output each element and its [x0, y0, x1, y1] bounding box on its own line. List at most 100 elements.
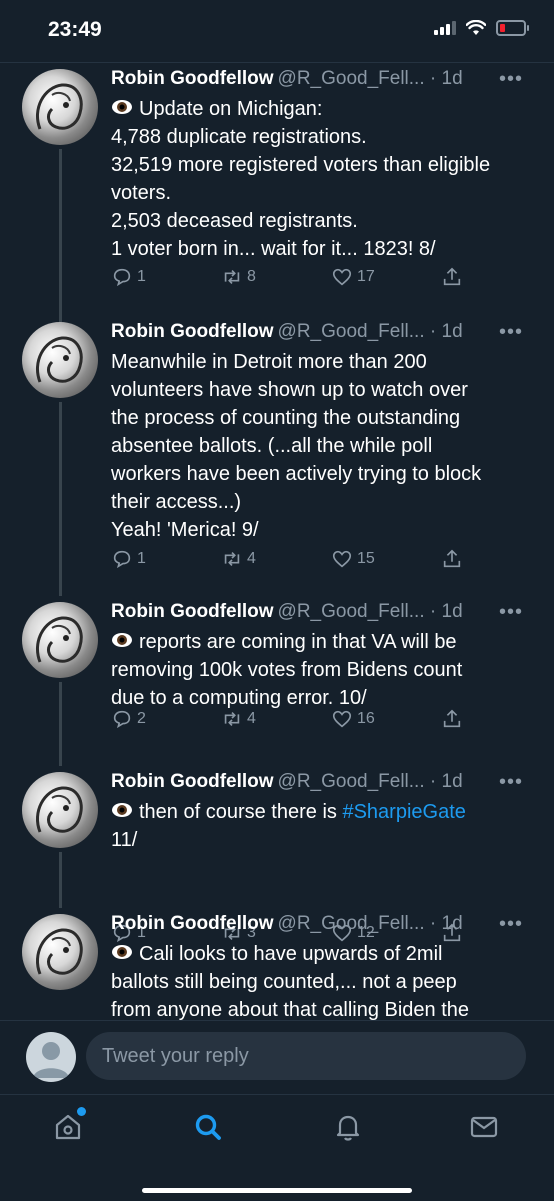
retweet-count: 8	[247, 268, 256, 285]
like-count: 17	[357, 268, 375, 285]
status-time: 23:49	[48, 18, 102, 41]
tweet-text: reports are coming in that VA will be re…	[111, 631, 463, 709]
tweet-header: Robin Goodfellow @R_Good_Fell... · 1d •••	[111, 912, 531, 938]
reply-placeholder: Tweet your reply	[102, 1045, 249, 1067]
heart-icon	[332, 710, 352, 728]
messages-icon	[470, 1116, 498, 1138]
more-options-button[interactable]: •••	[499, 67, 523, 91]
share-button[interactable]	[441, 708, 463, 730]
tweet-8[interactable]: Robin Goodfellow @R_Good_Fell... · 1d •••…	[0, 63, 554, 323]
tweet-actions: 1 8 17	[111, 266, 471, 290]
search-icon	[195, 1114, 221, 1140]
author-handle[interactable]: @R_Good_Fell...	[278, 321, 425, 342]
tab-search[interactable]	[188, 1107, 228, 1147]
author-handle[interactable]: @R_Good_Fell...	[278, 68, 425, 89]
tweet-11[interactable]: Robin Goodfellow @R_Good_Fell... · 1d •••…	[0, 766, 554, 943]
tweet-time: · 1d	[429, 913, 463, 934]
tab-messages[interactable]	[464, 1107, 504, 1147]
tab-home[interactable]	[48, 1107, 88, 1147]
tweet-actions: 2 4 16	[111, 708, 471, 732]
tweet-header: Robin Goodfellow @R_Good_Fell... · 1d •••	[111, 600, 531, 626]
retweet-button[interactable]: 8	[221, 266, 256, 288]
hashtag-link[interactable]: #SharpieGate	[342, 801, 465, 823]
tweet-10[interactable]: Robin Goodfellow @R_Good_Fell... · 1d •••…	[0, 596, 554, 766]
thread-line	[59, 149, 62, 323]
reply-count: 2	[137, 710, 146, 727]
more-options-button[interactable]: •••	[499, 770, 523, 794]
retweet-icon	[224, 711, 240, 727]
avatar[interactable]	[22, 602, 98, 678]
author-name[interactable]: Robin Goodfellow	[111, 68, 274, 89]
like-button[interactable]: 17	[331, 266, 375, 288]
heart-icon	[332, 550, 352, 568]
reply-input[interactable]: Tweet your reply	[86, 1032, 526, 1080]
retweet-button[interactable]: 4	[221, 548, 256, 570]
tweet-time: · 1d	[429, 68, 463, 89]
cellular-signal-icon	[434, 21, 456, 35]
notifications-icon	[336, 1115, 360, 1141]
author-name[interactable]: Robin Goodfellow	[111, 601, 274, 622]
author-handle[interactable]: @R_Good_Fell...	[278, 601, 425, 622]
reply-button[interactable]: 1	[111, 266, 146, 288]
bottom-tab-bar	[0, 1094, 554, 1201]
tweet-12[interactable]: Robin Goodfellow @R_Good_Fell... · 1d •••…	[0, 908, 554, 1020]
tweet-header: Robin Goodfellow @R_Good_Fell... · 1d •••	[111, 67, 531, 93]
reply-count: 1	[137, 550, 146, 567]
heart-icon	[332, 268, 352, 286]
avatar[interactable]	[22, 772, 98, 848]
reply-button[interactable]: 2	[111, 708, 146, 730]
user-avatar[interactable]	[26, 1032, 76, 1082]
author-handle[interactable]: @R_Good_Fell...	[278, 913, 425, 934]
like-count: 15	[357, 550, 375, 567]
retweet-icon	[224, 269, 240, 285]
thread-line	[59, 852, 62, 908]
eye-emoji-icon	[112, 945, 132, 959]
eye-emoji-icon	[112, 803, 132, 817]
eye-emoji-icon	[112, 633, 132, 647]
status-icons	[434, 20, 529, 36]
retweet-count: 4	[247, 710, 256, 727]
tweet-9[interactable]: Robin Goodfellow @R_Good_Fell... · 1d •••…	[0, 316, 554, 596]
tweet-text: Update on Michigan: 4,788 duplicate regi…	[111, 98, 491, 260]
like-button[interactable]: 15	[331, 548, 375, 570]
new-content-dot	[77, 1107, 86, 1116]
reply-icon	[113, 268, 131, 287]
reply-bar: Tweet your reply	[0, 1020, 554, 1095]
more-options-button[interactable]: •••	[499, 912, 523, 936]
avatar[interactable]	[22, 914, 98, 990]
tweet-actions: 1 4 15	[111, 548, 471, 572]
avatar[interactable]	[22, 322, 98, 398]
more-options-button[interactable]: •••	[499, 320, 523, 344]
share-button[interactable]	[441, 548, 463, 570]
author-handle[interactable]: @R_Good_Fell...	[278, 771, 425, 792]
tweet-feed[interactable]: Robin Goodfellow @R_Good_Fell... · 1d •••…	[0, 63, 554, 1020]
battery-icon	[496, 20, 529, 36]
author-name[interactable]: Robin Goodfellow	[111, 321, 274, 342]
tweet-header: Robin Goodfellow @R_Good_Fell... · 1d •••	[111, 320, 531, 346]
reply-icon	[113, 550, 131, 569]
tab-notifications[interactable]	[328, 1107, 368, 1147]
share-icon	[443, 549, 461, 568]
retweet-button[interactable]: 4	[221, 708, 256, 730]
share-icon	[443, 709, 461, 728]
retweet-count: 4	[247, 550, 256, 567]
share-button[interactable]	[441, 266, 463, 288]
avatar[interactable]	[22, 69, 98, 145]
tweet-time: · 1d	[429, 771, 463, 792]
home-indicator[interactable]	[142, 1188, 412, 1193]
more-options-button[interactable]: •••	[499, 600, 523, 624]
eye-emoji-icon	[112, 100, 132, 114]
like-button[interactable]: 16	[331, 708, 375, 730]
tweet-header: Robin Goodfellow @R_Good_Fell... · 1d •••	[111, 770, 531, 796]
reply-button[interactable]: 1	[111, 548, 146, 570]
tweet-text: then of course there is #SharpieGate 11/	[111, 801, 466, 851]
wifi-icon	[466, 20, 486, 35]
author-name[interactable]: Robin Goodfellow	[111, 913, 274, 934]
status-bar: 23:49	[0, 0, 554, 62]
share-icon	[443, 267, 461, 286]
tweet-text: Cali looks to have upwards of 2mil ballo…	[111, 943, 470, 1020]
tweet-time: · 1d	[429, 601, 463, 622]
reply-count: 1	[137, 268, 146, 285]
author-name[interactable]: Robin Goodfellow	[111, 771, 274, 792]
like-count: 16	[357, 710, 375, 727]
